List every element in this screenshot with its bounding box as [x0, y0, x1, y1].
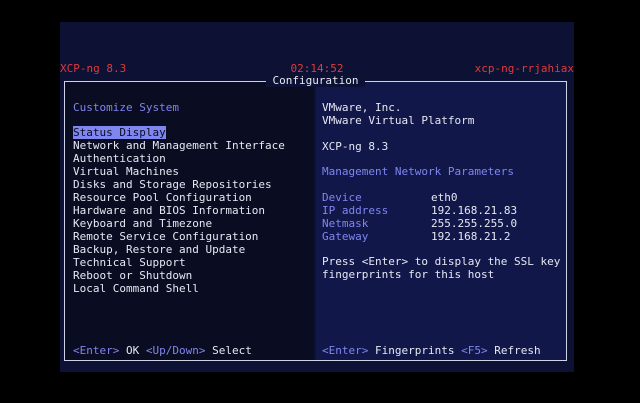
menu-item-status-display[interactable]: Status Display: [73, 126, 166, 139]
enter-key-hint: <Enter>: [73, 344, 120, 357]
menu-item-remote-service[interactable]: Remote Service Configuration: [73, 230, 258, 243]
ssl-hint-line1: Press <Enter> to display the SSL key: [322, 255, 561, 268]
ssl-hint-line2: fingerprints for this host: [322, 268, 495, 281]
menu-item-virtual-machines[interactable]: Virtual Machines: [73, 165, 179, 178]
vendor-name: VMware, Inc.: [322, 101, 402, 114]
fingerprints-hint: Fingerprints: [374, 344, 455, 357]
param-label-device: Device: [322, 191, 362, 204]
platform-name: VMware Virtual Platform: [322, 114, 475, 127]
param-value-device: eth0: [431, 191, 458, 204]
f5-key-hint: <F5>: [461, 344, 488, 357]
dialog-title: Configuration: [64, 74, 567, 87]
menu-item-hardware-bios[interactable]: Hardware and BIOS Information: [73, 204, 265, 217]
network-section-title: Management Network Parameters: [322, 165, 515, 178]
details-footer: <Enter> Fingerprints <F5> Refresh: [322, 344, 541, 357]
menu-item-keyboard-timezone[interactable]: Keyboard and Timezone: [73, 217, 212, 230]
menu-item-network[interactable]: Network and Management Interface: [73, 139, 285, 152]
enter-key-hint: <Enter>: [322, 344, 369, 357]
menu-item-technical-support[interactable]: Technical Support: [73, 256, 186, 269]
product-version: XCP-ng 8.3: [322, 140, 389, 153]
menu-item-resource-pool[interactable]: Resource Pool Configuration: [73, 191, 252, 204]
menu-heading: Customize System: [73, 101, 179, 114]
param-label-ip: IP address: [322, 204, 389, 217]
menu-item-disks-storage[interactable]: Disks and Storage Repositories: [73, 178, 272, 191]
menu-item-local-shell[interactable]: Local Command Shell: [73, 282, 199, 295]
param-value-gateway: 192.168.21.2: [431, 230, 511, 243]
menu-item-backup-restore[interactable]: Backup, Restore and Update: [73, 243, 245, 256]
menu-item-authentication[interactable]: Authentication: [73, 152, 166, 165]
ok-hint: OK: [125, 344, 140, 357]
menu-footer: <Enter> OK <Up/Down> Select: [73, 344, 252, 357]
param-value-netmask: 255.255.255.0: [431, 217, 518, 230]
menu-item-reboot-shutdown[interactable]: Reboot or Shutdown: [73, 269, 192, 282]
param-label-gateway: Gateway: [322, 230, 369, 243]
updown-key-hint: <Up/Down>: [145, 344, 206, 357]
refresh-hint: Refresh: [494, 344, 541, 357]
param-value-ip: 192.168.21.83: [431, 204, 518, 217]
select-hint: Select: [212, 344, 252, 357]
param-label-netmask: Netmask: [322, 217, 369, 230]
